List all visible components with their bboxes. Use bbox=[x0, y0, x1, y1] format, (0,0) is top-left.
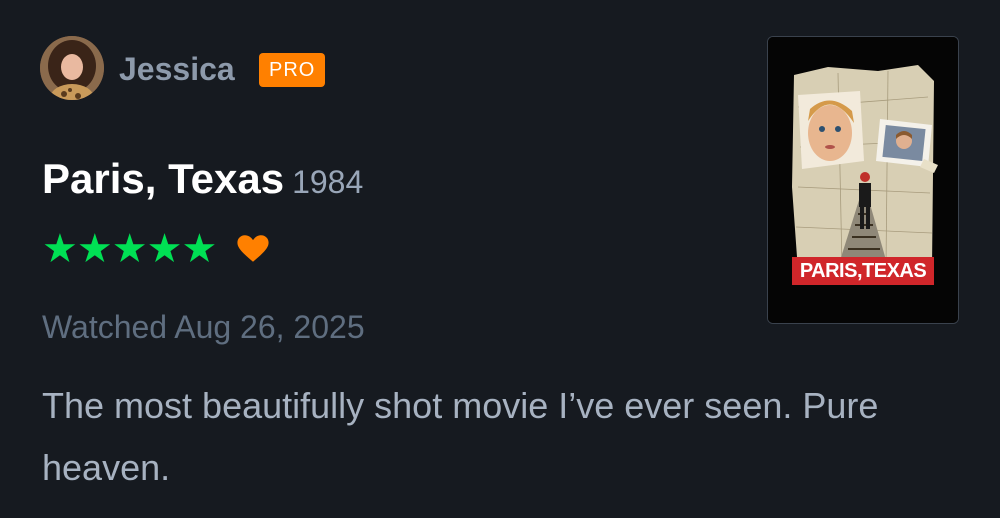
film-year[interactable]: 1984 bbox=[292, 164, 363, 200]
pro-badge: PRO bbox=[259, 53, 326, 87]
heart-icon bbox=[236, 232, 270, 266]
review-body: The most beautifully shot movie I’ve eve… bbox=[42, 385, 879, 488]
watched-date: Watched Aug 26, 2025 bbox=[42, 309, 365, 345]
film-poster[interactable]: PARIS,TEXAS bbox=[767, 36, 959, 324]
avatar-photo-icon bbox=[40, 36, 104, 100]
film-heading: Paris, Texas 1984 bbox=[42, 155, 363, 213]
film-title[interactable]: Paris, Texas bbox=[42, 155, 284, 202]
star-rating: ★★★★★ bbox=[42, 227, 217, 271]
review-card: Jessica PRO Paris, Texas 1984 ★★★★★ Watch… bbox=[0, 0, 1000, 518]
poster-title: PARIS,TEXAS bbox=[799, 260, 927, 282]
user-avatar[interactable] bbox=[40, 36, 104, 100]
username[interactable]: Jessica bbox=[119, 49, 235, 89]
rating-row: ★★★★★ bbox=[42, 227, 270, 271]
